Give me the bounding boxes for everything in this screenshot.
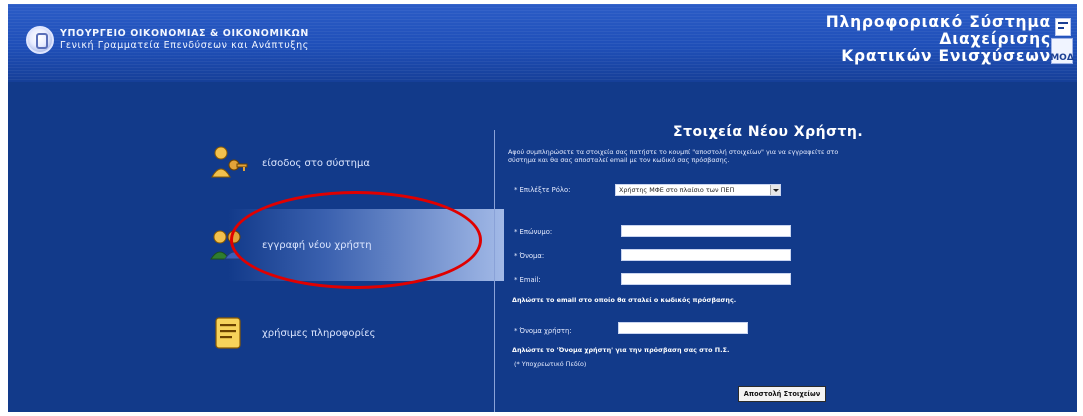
- form-title: Στοιχεία Νέου Χρήστη.: [673, 124, 864, 140]
- user-key-icon: [208, 143, 248, 183]
- submit-button[interactable]: Αποστολή Στοιχείων: [738, 386, 826, 402]
- surname-label: * Επώνυμο:: [514, 228, 553, 236]
- username-note: Δηλώστε το 'Όνομα χρήστη' για την πρόσβα…: [512, 346, 730, 354]
- system-title-line-1: Πληροφοριακό Σύστημα: [825, 13, 1051, 31]
- role-select-value: Χρήστης ΜΦΕ στο πλαίσιο των ΠΕΠ: [619, 186, 735, 194]
- moa-logo: ΜΟΔ: [1050, 38, 1074, 64]
- surname-input[interactable]: [621, 225, 791, 237]
- new-user-form: Στοιχεία Νέου Χρήστη. Αφού συμπληρώσετε …: [508, 124, 1068, 412]
- document-logo-icon: [1055, 18, 1071, 36]
- vertical-divider: [494, 130, 495, 412]
- nav-item-info[interactable]: χρήσιμες πληροφορίες: [208, 310, 375, 356]
- email-note: Δηλώστε το email στο οποίο θα σταλεί ο κ…: [512, 296, 737, 304]
- username-input[interactable]: [618, 322, 748, 334]
- role-label: * Επιλέξτε Ρόλο:: [514, 186, 571, 194]
- email-label: * Email:: [514, 276, 541, 284]
- system-title: Πληροφοριακό Σύστημα Διαχείρισης Κρατικώ…: [826, 14, 1051, 65]
- system-title-line-3: Κρατικών Ενισχύσεων: [841, 47, 1051, 65]
- name-label: * Όνομα:: [514, 252, 545, 260]
- app-frame: ΥΠΟΥΡΓΕΙΟ ΟΙΚΟΝΟΜΙΑΣ & ΟΙΚΟΝΟΜΙΚΩΝ Γενικ…: [8, 4, 1077, 412]
- system-title-line-2: Διαχείρισης: [939, 30, 1051, 48]
- role-select[interactable]: Χρήστης ΜΦΕ στο πλαίσιο των ΠΕΠ: [615, 184, 781, 196]
- ministry-title: ΥΠΟΥΡΓΕΙΟ ΟΙΚΟΝΟΜΙΑΣ & ΟΙΚΟΝΟΜΙΚΩΝ Γενικ…: [60, 28, 309, 52]
- ministry-line-2: Γενική Γραμματεία Επενδύσεων και Ανάπτυξ…: [60, 40, 309, 51]
- nav-item-label: χρήσιμες πληροφορίες: [262, 327, 376, 339]
- notepad-icon: [208, 313, 248, 353]
- ministry-seal-icon: [26, 26, 54, 54]
- annotation-ellipse: [230, 191, 482, 289]
- left-navigation: είσοδος στο σύστημα εγγραφή νέου χρήστη: [8, 82, 504, 412]
- header-banner: ΥΠΟΥΡΓΕΙΟ ΟΙΚΟΝΟΜΙΑΣ & ΟΙΚΟΝΟΜΙΚΩΝ Γενικ…: [8, 4, 1077, 82]
- nav-item-label: είσοδος στο σύστημα: [262, 157, 370, 169]
- chevron-down-icon[interactable]: [770, 185, 780, 195]
- ministry-line-1: ΥΠΟΥΡΓΕΙΟ ΟΙΚΟΝΟΜΙΑΣ & ΟΙΚΟΝΟΜΙΚΩΝ: [60, 28, 309, 39]
- email-input[interactable]: [621, 273, 791, 285]
- name-input[interactable]: [621, 249, 791, 261]
- username-label: * Όνομα χρήστη:: [514, 327, 572, 335]
- form-instructions: Αφού συμπληρώσετε τα στοιχεία σας πατήστ…: [508, 148, 839, 164]
- nav-item-login[interactable]: είσοδος στο σύστημα: [208, 140, 370, 186]
- required-field-note: (* Υποχρεωτικό Πεδίο): [514, 360, 587, 368]
